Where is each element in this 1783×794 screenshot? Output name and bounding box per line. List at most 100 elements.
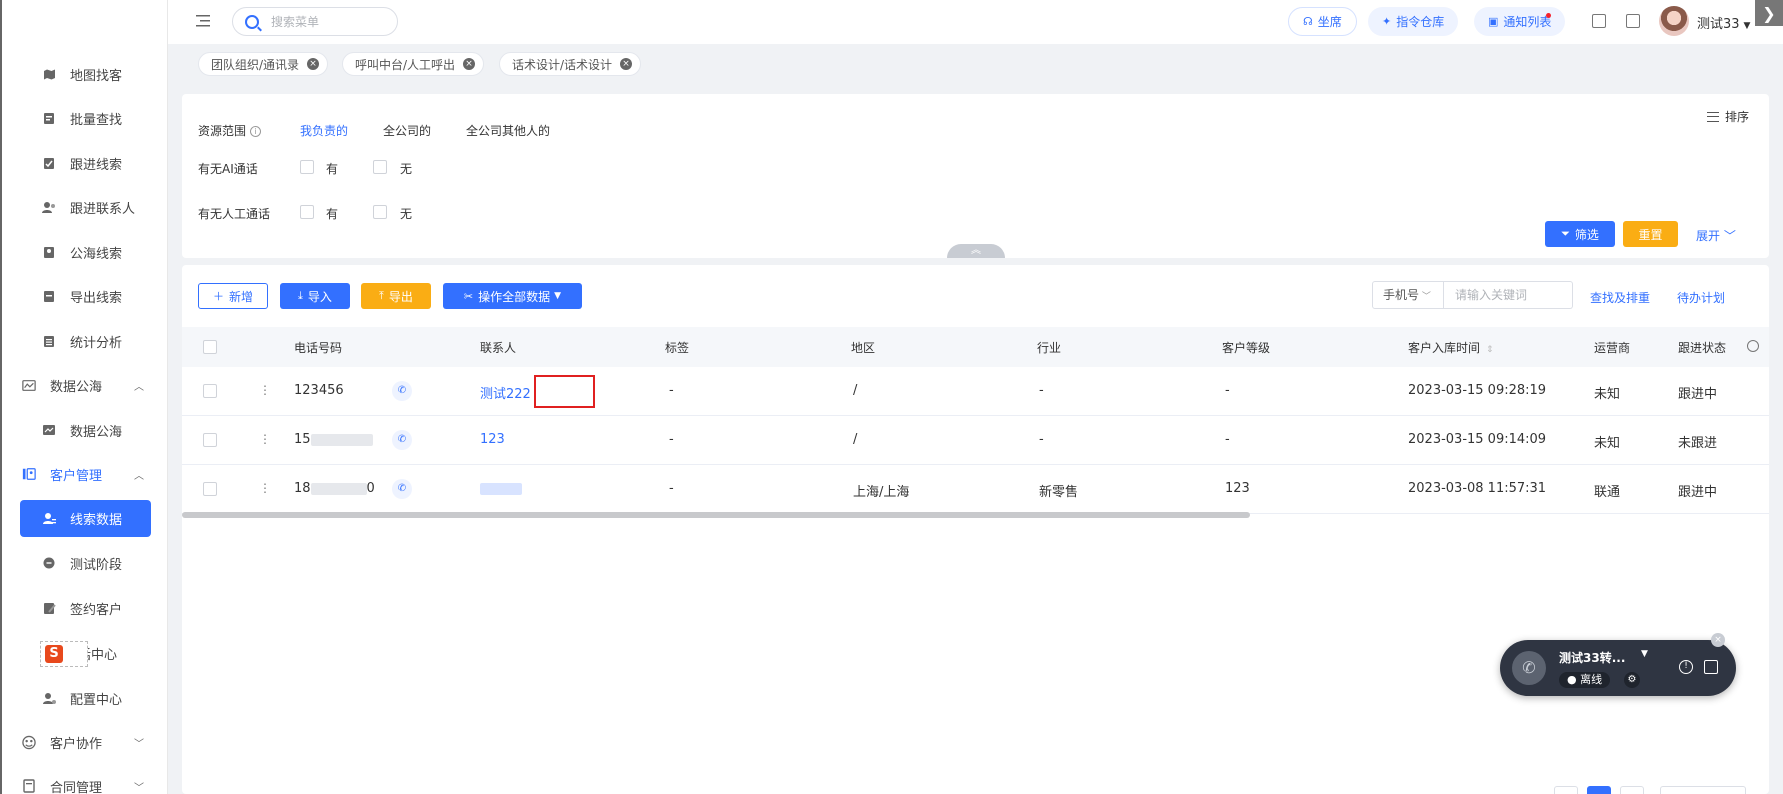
todo-plan-link[interactable]: 待办计划	[1677, 289, 1725, 306]
command-repo-button[interactable]: ✦ 指令仓库	[1368, 7, 1459, 36]
sidebar-item-public-lead[interactable]: 公海线索	[0, 232, 167, 272]
bulk-operation-button[interactable]: ✂ 操作全部数据 ▼	[443, 283, 582, 309]
cell-carrier: 未知	[1594, 387, 1621, 402]
add-button[interactable]: ＋新增	[198, 283, 268, 309]
table-row[interactable]: ⋮ 15 ✆ 123 - / - - 2023-03-15 09:14:09 未…	[182, 416, 1769, 465]
row-checkbox[interactable]	[203, 433, 217, 447]
close-widget-icon[interactable]: ×	[1711, 633, 1725, 647]
cell-contact[interactable]	[480, 481, 522, 496]
menu-search-input[interactable]: 搜索菜单	[232, 7, 398, 36]
gear-icon[interactable]: ⚙	[1624, 672, 1640, 688]
filter-button[interactable]: ⏷ 筛选	[1545, 221, 1615, 247]
tab-team-contacts[interactable]: 团队组织/通讯录 ×	[198, 52, 329, 76]
info-icon[interactable]: !	[1679, 660, 1693, 674]
info-icon[interactable]: i	[250, 126, 262, 137]
seat-button[interactable]: ☊ 坐席	[1288, 7, 1357, 36]
horizontal-scrollbar[interactable]	[182, 512, 1250, 518]
user-menu[interactable]: 测试33 ▼	[1697, 13, 1750, 32]
page-size-select[interactable]	[1660, 786, 1746, 794]
row-checkbox[interactable]	[203, 384, 217, 398]
select-all-checkbox[interactable]	[203, 340, 217, 354]
tab-manual-call[interactable]: 呼叫中台/人工呼出 ×	[342, 52, 485, 76]
scope-option-others[interactable]: 全公司其他人的	[466, 122, 550, 139]
caret-down-icon[interactable]: ▼	[1641, 649, 1648, 659]
tab-script-design[interactable]: 话术设计/话术设计 ×	[499, 52, 642, 76]
collapse-filters-icon[interactable]: ︽	[947, 244, 1005, 258]
close-icon[interactable]: ×	[463, 58, 476, 70]
lock-screen-icon[interactable]	[1626, 14, 1640, 28]
sort-button[interactable]: 排序	[1707, 108, 1749, 125]
row-checkbox[interactable]	[203, 482, 217, 496]
more-actions-icon[interactable]: ⋮	[259, 432, 271, 446]
ai-call-no-checkbox[interactable]	[373, 160, 387, 174]
keyword-input[interactable]: 请输入关键词	[1443, 281, 1573, 309]
more-actions-icon[interactable]: ⋮	[259, 383, 271, 397]
sidebar-group-customer-mgmt[interactable]: 客户管理 ︿	[0, 454, 167, 494]
expand-icon[interactable]	[1704, 660, 1718, 674]
agent-name: 测试33转...	[1559, 651, 1626, 665]
sogou-ime-badge[interactable]: S	[40, 641, 88, 667]
prev-page-button[interactable]	[1554, 786, 1578, 794]
sidebar-item-signed-customer[interactable]: 签约客户	[0, 588, 167, 628]
export-button[interactable]: ⤒ 导出	[361, 283, 431, 309]
ai-call-yes-checkbox[interactable]	[300, 160, 314, 174]
scope-option-company[interactable]: 全公司的	[383, 122, 431, 139]
chevron-down-icon: ﹀	[134, 738, 144, 750]
dedupe-link[interactable]: 查找及排重	[1590, 289, 1650, 306]
expand-link[interactable]: 展开 ﹀	[1696, 227, 1736, 244]
page-1-button[interactable]	[1587, 786, 1611, 794]
scope-option-mine[interactable]: 我负责的	[300, 122, 348, 139]
phone-icon[interactable]: ✆	[1512, 651, 1546, 685]
chevron-up-icon: ︿	[134, 470, 144, 482]
sidebar-item-stats[interactable]: 统计分析	[0, 321, 167, 361]
sidebar-item-config[interactable]: 配置中心	[0, 678, 167, 718]
dial-icon[interactable]: ✆	[392, 479, 412, 499]
sidebar-item-export-lead[interactable]: 导出线索	[0, 276, 167, 316]
col-industry: 行业	[1037, 341, 1062, 355]
sidebar-group-collab[interactable]: 客户协作 ﹀	[0, 722, 167, 762]
close-icon[interactable]: ×	[620, 58, 633, 70]
sidebar-item-lead-data[interactable]: 线索数据	[20, 500, 151, 537]
column-settings-icon[interactable]	[1747, 340, 1759, 352]
table-panel: ＋新增 ⤓ 导入 ⤒ 导出 ✂ 操作全部数据 ▼ 手机号 ﹀ 请输入关键词 查找及排重 …	[182, 265, 1769, 794]
collapse-corner-icon[interactable]: ❯	[1755, 0, 1783, 26]
sidebar-item-contact[interactable]: 跟进联系人	[0, 187, 167, 227]
more-actions-icon[interactable]: ⋮	[259, 481, 271, 495]
tools-icon: ✂	[463, 289, 474, 303]
cell-tag: -	[669, 481, 674, 496]
agent-status-badge[interactable]: ● 离线	[1559, 672, 1611, 688]
cell-phone: 18 0	[294, 481, 375, 496]
sidebar-item-follow-lead[interactable]: 跟进线索	[0, 143, 167, 183]
sidebar-group-data-pool[interactable]: 数据公海 ︿	[0, 365, 167, 405]
human-call-yes-checkbox[interactable]	[300, 205, 314, 219]
cell-contact[interactable]: 测试222	[480, 383, 531, 402]
human-call-no-checkbox[interactable]	[373, 205, 387, 219]
next-page-button[interactable]	[1620, 786, 1644, 794]
reset-button[interactable]: 重置	[1623, 221, 1678, 247]
table-row[interactable]: ⋮ 18 0 ✆ - 上海/上海 新零售 123 2023-03-08 11:57…	[182, 465, 1769, 514]
sidebar-item-batch-search[interactable]: 批量查找	[0, 98, 167, 138]
import-button[interactable]: ⤓ 导入	[280, 283, 350, 309]
keyword-type-select[interactable]: 手机号 ﹀	[1372, 281, 1444, 309]
menu-toggle-icon[interactable]	[196, 14, 212, 28]
avatar[interactable]	[1659, 6, 1689, 36]
cell-time: 2023-03-08 11:57:31	[1408, 481, 1547, 496]
close-icon[interactable]: ×	[307, 58, 320, 70]
softphone-widget[interactable]: ✆ 测试33转... ▼ ● 离线 ⚙ !	[1500, 640, 1736, 696]
sidebar-item-data-pool[interactable]: 数据公海	[0, 410, 167, 450]
table-row[interactable]: ⋮ 123456 ✆ 测试222 - / - - 2023-03-15 09:2…	[182, 367, 1769, 416]
funnel-icon: ⏷	[1561, 227, 1570, 240]
chevron-down-icon: ﹀	[1720, 229, 1736, 243]
dial-icon[interactable]: ✆	[392, 430, 412, 450]
col-time[interactable]: 客户入库时间 ⇕	[1408, 339, 1494, 356]
dial-icon[interactable]: ✆	[392, 381, 412, 401]
sidebar-item-map[interactable]: 地图找客	[0, 54, 167, 94]
cell-contact[interactable]: 123	[480, 432, 505, 447]
redacted-digits	[310, 482, 367, 495]
public-lead-icon	[42, 245, 56, 259]
sidebar-item-label: 跟进线索	[70, 157, 123, 173]
screen-icon[interactable]	[1592, 14, 1606, 28]
sidebar-group-contract[interactable]: 合同管理 ﹀	[0, 766, 167, 794]
notice-list-button[interactable]: ▣ 通知列表	[1474, 7, 1566, 36]
sidebar-item-test-stage[interactable]: 测试阶段	[0, 543, 167, 583]
